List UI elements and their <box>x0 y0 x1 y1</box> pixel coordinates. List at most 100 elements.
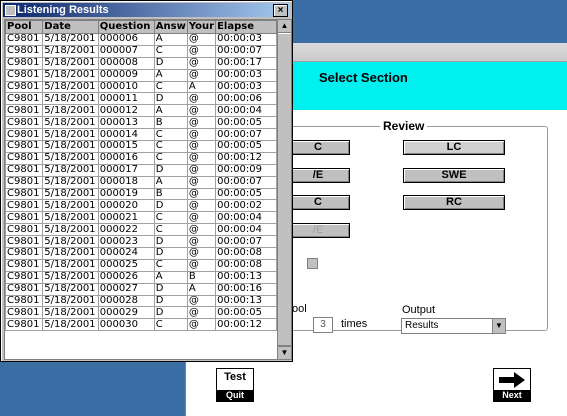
column-header-date[interactable]: Date <box>42 20 99 34</box>
table-row[interactable]: C9801 5/18/2001 000029 D @00:00:05 <box>5 306 277 320</box>
scroll-up-icon[interactable]: ▲ <box>278 20 291 33</box>
table-cell: @ <box>186 44 217 58</box>
vertical-scrollbar[interactable]: ▲ ▼ <box>277 19 292 360</box>
times-input[interactable]: 3 <box>313 317 333 333</box>
table-cell: @ <box>186 128 217 142</box>
table-cell: C9801 <box>5 128 44 142</box>
scroll-down-icon[interactable]: ▼ <box>278 346 291 359</box>
table-cell: @ <box>186 140 217 153</box>
table-cell: 5/18/2001 <box>42 294 99 308</box>
table-cell: 000007 <box>97 44 155 58</box>
table-cell: @ <box>186 151 217 165</box>
table-row[interactable]: C9801 5/18/2001 000013 B @00:00:05 <box>5 116 277 130</box>
table-cell: 000014 <box>97 128 155 142</box>
table-cell: 00:00:04 <box>215 223 277 237</box>
table-cell: C9801 <box>5 175 44 189</box>
close-icon[interactable]: × <box>273 4 288 17</box>
column-header-elapse[interactable]: Elapse <box>215 20 277 34</box>
column-header-question[interactable]: Question <box>97 20 155 34</box>
table-cell: 00:00:05 <box>215 306 277 320</box>
table-row[interactable]: C9801 5/18/2001 000026 A B 00:00:13 <box>5 270 277 284</box>
table-cell: 00:00:05 <box>215 187 277 201</box>
table-cell: 00:00:07 <box>215 175 277 189</box>
table-cell: 00:00:13 <box>215 294 277 308</box>
table-row[interactable]: C9801 5/18/2001 000011 D @00:00:06 <box>5 92 277 106</box>
section-title: Select Section <box>319 70 408 85</box>
table-cell: 5/18/2001 <box>42 258 99 272</box>
table-row[interactable]: C9801 5/18/2001 000027 D A 00:00:16 <box>5 282 277 296</box>
output-select[interactable]: Results ▼ <box>401 318 506 334</box>
next-button[interactable]: Next <box>493 368 531 402</box>
results-grid[interactable]: Pool Date Question Answ Your Elapse C980… <box>4 19 278 360</box>
table-cell: 000025 <box>97 258 155 272</box>
option-checkbox[interactable] <box>307 258 318 269</box>
review-rc-button[interactable]: RC <box>403 195 505 210</box>
table-row[interactable]: C9801 5/18/2001 000025 C @00:00:08 <box>5 258 277 272</box>
table-row[interactable]: C9801 5/18/2001 000028 D @00:00:13 <box>5 294 277 308</box>
window-icon <box>5 5 16 16</box>
table-cell: C9801 <box>5 44 44 58</box>
table-cell: 00:00:07 <box>215 44 277 58</box>
table-cell: A <box>153 104 188 118</box>
table-row[interactable]: C9801 5/18/2001 000024 D @00:00:08 <box>5 247 277 260</box>
table-cell: C9801 <box>5 270 44 284</box>
table-cell: 00:00:07 <box>215 235 277 249</box>
table-cell: 5/18/2001 <box>42 199 99 213</box>
table-cell: 5/18/2001 <box>42 282 99 296</box>
times-label: times <box>341 318 368 330</box>
table-cell: B <box>186 270 217 284</box>
table-cell: 000006 <box>97 33 155 46</box>
arrow-right-icon <box>499 372 525 388</box>
table-cell: @ <box>186 235 217 249</box>
review-lc-button[interactable]: LC <box>403 140 505 155</box>
column-header-your[interactable]: Your <box>186 20 217 34</box>
table-row[interactable]: C9801 5/18/2001 000018 A @00:00:07 <box>5 175 277 189</box>
table-cell: 000029 <box>97 306 155 320</box>
table-cell: C <box>153 258 188 272</box>
table-row[interactable]: C9801 5/18/2001 000023 D @00:00:07 <box>5 235 277 249</box>
listening-results-window: Listening Results × Pool Date Question A… <box>0 0 293 362</box>
next-label: Next <box>494 390 530 401</box>
table-cell: C9801 <box>5 318 44 332</box>
table-cell: D <box>153 294 188 308</box>
table-cell: @ <box>186 211 217 225</box>
scroll-thumb[interactable] <box>278 33 291 346</box>
table-cell: C9801 <box>5 306 44 320</box>
results-title: Listening Results <box>17 4 109 16</box>
table-cell: 000010 <box>97 80 155 94</box>
table-cell: 5/18/2001 <box>42 270 99 284</box>
table-row[interactable]: C9801 5/18/2001 000009 A @00:00:03 <box>5 68 277 82</box>
table-row[interactable]: C9801 5/18/2001 000007 C @00:00:07 <box>5 44 277 58</box>
table-row[interactable]: C9801 5/18/2001 000016 C @00:00:12 <box>5 151 277 165</box>
table-row[interactable]: C9801 5/18/2001 000006 A @00:00:03 <box>5 33 277 46</box>
table-cell: @ <box>186 104 217 118</box>
table-row[interactable]: C9801 5/18/2001 000014 C @00:00:07 <box>5 128 277 142</box>
table-cell: A <box>186 282 217 296</box>
column-header-answer[interactable]: Answ <box>153 20 188 34</box>
table-cell: 000015 <box>97 140 155 153</box>
table-cell: 000016 <box>97 151 155 165</box>
table-cell: C9801 <box>5 116 44 130</box>
table-row[interactable]: C9801 5/18/2001 000017 D @00:00:09 <box>5 163 277 177</box>
table-cell: D <box>153 56 188 70</box>
table-cell: C9801 <box>5 140 44 153</box>
table-row[interactable]: C9801 5/18/2001 000010 C A 00:00:03 <box>5 80 277 94</box>
output-label: Output <box>402 304 436 316</box>
table-row[interactable]: C9801 5/18/2001 000015 C @00:00:05 <box>5 140 277 153</box>
test-quit-button[interactable]: Test Quit <box>216 368 254 402</box>
review-swe-button[interactable]: SWE <box>403 168 505 183</box>
table-row[interactable]: C9801 5/18/2001 000030 C @00:00:12 <box>5 318 277 332</box>
table-cell: D <box>153 247 188 260</box>
table-row[interactable]: C9801 5/18/2001 000019 B @00:00:05 <box>5 187 277 201</box>
table-cell: 5/18/2001 <box>42 151 99 165</box>
table-cell: C <box>153 151 188 165</box>
column-header-pool[interactable]: Pool <box>5 20 44 34</box>
table-cell: 00:00:12 <box>215 151 277 165</box>
table-cell: 000027 <box>97 282 155 296</box>
table-row[interactable]: C9801 5/18/2001 000021 C @00:00:04 <box>5 211 277 225</box>
table-row[interactable]: C9801 5/18/2001 000022 C @00:00:04 <box>5 223 277 237</box>
table-row[interactable]: C9801 5/18/2001 000012 A @00:00:04 <box>5 104 277 118</box>
table-row[interactable]: C9801 5/18/2001 000008 D @00:00:17 <box>5 56 277 70</box>
table-row[interactable]: C9801 5/18/2001 000020 D @00:00:02 <box>5 199 277 213</box>
table-cell: C9801 <box>5 235 44 249</box>
